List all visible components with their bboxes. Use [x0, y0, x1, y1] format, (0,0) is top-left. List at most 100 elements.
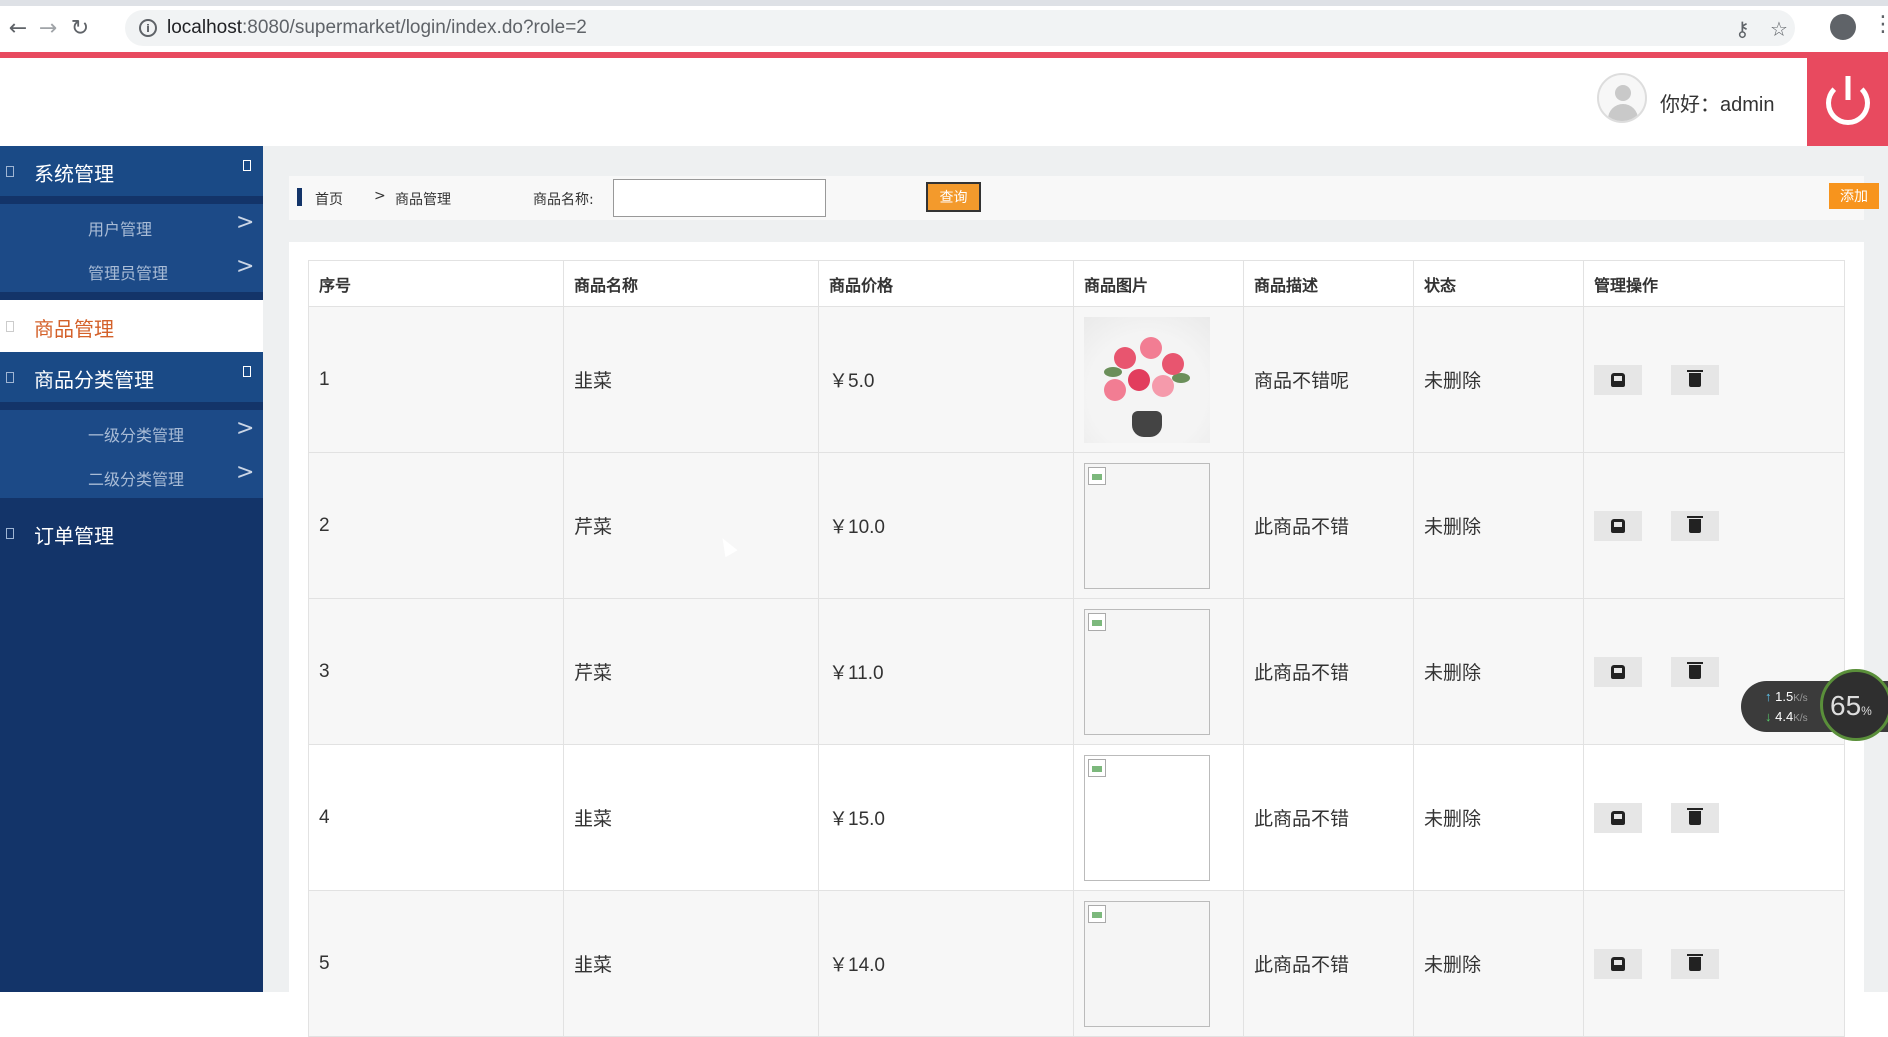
cell-status: 未删除 [1413, 306, 1584, 453]
edit-icon [1611, 372, 1625, 387]
cell-actions [1583, 452, 1845, 599]
delete-button[interactable] [1671, 802, 1719, 833]
cell-name: 韭菜 [563, 890, 819, 1037]
download-speed: ↓ 4.4K/s [1765, 709, 1808, 724]
trash-icon [1687, 661, 1703, 679]
delete-button[interactable] [1671, 510, 1719, 541]
square-icon [6, 372, 14, 383]
collapse-icon [243, 366, 251, 377]
reload-icon[interactable]: ↻ [66, 14, 94, 42]
edit-icon [1611, 810, 1625, 825]
sidebar-group-label: 系统管理 [34, 162, 114, 186]
page-header: 你好：admin [0, 58, 1888, 148]
address-bar[interactable]: i localhost:8080/supermarket/login/index… [125, 10, 1795, 46]
forward-icon[interactable]: → [34, 14, 62, 42]
sidebar-item-category-level2[interactable]: 二级分类管理 > [0, 454, 263, 498]
search-button[interactable]: 查询 [926, 182, 981, 212]
sidebar-group-category[interactable]: 商品分类管理 [0, 352, 263, 402]
profile-icon[interactable] [1830, 14, 1856, 40]
menu-dots-icon[interactable]: ⋮ [1872, 12, 1888, 37]
cell-actions [1583, 890, 1845, 1037]
sidebar-item-users[interactable]: 用户管理 > [0, 204, 263, 248]
sidebar-item-label: 一级分类管理 [88, 426, 185, 445]
cell-description: 商品不错呢 [1243, 306, 1414, 453]
table-row: 4 韭菜 ￥15.0 此商品不错 未删除 [308, 744, 1845, 891]
cell-image [1073, 452, 1244, 599]
cell-price: ￥14.0 [818, 890, 1074, 1037]
broken-image-icon [1084, 608, 1210, 735]
broken-image-icon [1084, 462, 1210, 589]
table-row: 2 芹菜 ￥10.0 此商品不错 未删除 [308, 452, 1845, 599]
chevron-right-icon: > [236, 416, 255, 441]
delete-button[interactable] [1671, 948, 1719, 979]
trash-icon [1687, 953, 1703, 971]
cell-image [1073, 890, 1244, 1037]
cell-actions [1583, 306, 1845, 453]
trash-icon [1687, 515, 1703, 533]
sidebar-item-label: 二级分类管理 [88, 470, 185, 489]
upload-speed: ↑ 1.5K/s [1765, 689, 1808, 704]
cell-id: 1 [308, 306, 564, 453]
edit-button[interactable] [1594, 802, 1642, 833]
square-icon [6, 528, 14, 539]
square-icon [6, 166, 14, 177]
edit-icon [1611, 518, 1625, 533]
cell-price: ￥5.0 [818, 306, 1074, 453]
edit-button[interactable] [1594, 656, 1642, 687]
table-panel: 序号 商品名称 商品价格 商品图片 商品描述 状态 管理操作 1 韭菜 ￥5.0 [289, 242, 1864, 1037]
url-text[interactable]: localhost:8080/supermarket/login/index.d… [167, 17, 587, 39]
delete-button[interactable] [1671, 656, 1719, 687]
cell-image [1073, 598, 1244, 745]
chevron-right-icon: > [236, 210, 255, 235]
goods-table: 序号 商品名称 商品价格 商品图片 商品描述 状态 管理操作 1 韭菜 ￥5.0 [308, 260, 1845, 1037]
cell-name: 芹菜 [563, 452, 819, 599]
edit-button[interactable] [1594, 948, 1642, 979]
search-input[interactable] [613, 179, 826, 217]
breadcrumb-home[interactable]: 首页 [315, 189, 343, 209]
sidebar-item-admins[interactable]: 管理员管理 > [0, 248, 263, 292]
cell-image [1073, 744, 1244, 891]
cell-price: ￥10.0 [818, 452, 1074, 599]
key-icon[interactable]: ⚷ [1735, 17, 1750, 41]
add-button[interactable]: 添加 [1829, 183, 1879, 209]
square-icon [6, 321, 14, 332]
toolbar: 首页 > 商品管理 商品名称: 查询 添加 [289, 176, 1879, 220]
cell-description: 此商品不错 [1243, 890, 1414, 1037]
cell-price: ￥15.0 [818, 744, 1074, 891]
cell-status: 未删除 [1413, 598, 1584, 745]
cell-actions [1583, 744, 1845, 891]
cell-name: 韭菜 [563, 306, 819, 453]
sidebar-item-goods[interactable]: 商品管理 [0, 300, 263, 352]
sidebar-item-label: 用户管理 [88, 220, 153, 239]
table-row: 1 韭菜 ￥5.0 商品不错呢 未删除 [308, 306, 1845, 453]
header-price: 商品价格 [818, 260, 1074, 307]
cell-status: 未删除 [1413, 890, 1584, 1037]
edit-button[interactable] [1594, 364, 1642, 395]
browser-toolbar: ← → ↻ i localhost:8080/supermarket/login… [0, 0, 1888, 52]
sidebar-item-label: 订单管理 [34, 524, 114, 548]
sidebar-group-label: 商品分类管理 [34, 368, 154, 392]
sidebar-item-orders[interactable]: 订单管理 [0, 508, 263, 558]
breadcrumb-current: 商品管理 [395, 192, 451, 208]
header-description: 商品描述 [1243, 260, 1414, 307]
sidebar-item-category-level1[interactable]: 一级分类管理 > [0, 410, 263, 454]
cell-status: 未删除 [1413, 452, 1584, 599]
edit-button[interactable] [1594, 510, 1642, 541]
edit-icon [1611, 956, 1625, 971]
sidebar-group-system[interactable]: 系统管理 [0, 146, 263, 196]
main-content: 首页 > 商品管理 商品名称: 查询 添加 序号 商品名称 商品价格 商品图片 … [263, 146, 1888, 1037]
table-row: 5 韭菜 ￥14.0 此商品不错 未删除 [308, 890, 1845, 1037]
edit-icon [1611, 664, 1625, 679]
site-info-icon[interactable]: i [139, 19, 157, 37]
star-icon[interactable]: ☆ [1770, 17, 1788, 41]
cell-description: 此商品不错 [1243, 452, 1414, 599]
search-label: 商品名称: [533, 192, 594, 208]
tab-strip [0, 0, 1888, 6]
logout-button[interactable] [1807, 58, 1888, 148]
collapse-icon [243, 160, 251, 171]
back-icon[interactable]: ← [4, 14, 32, 42]
breadcrumb-marker [297, 188, 302, 206]
cell-description: 此商品不错 [1243, 744, 1414, 891]
delete-button[interactable] [1671, 364, 1719, 395]
cell-image [1073, 306, 1244, 453]
